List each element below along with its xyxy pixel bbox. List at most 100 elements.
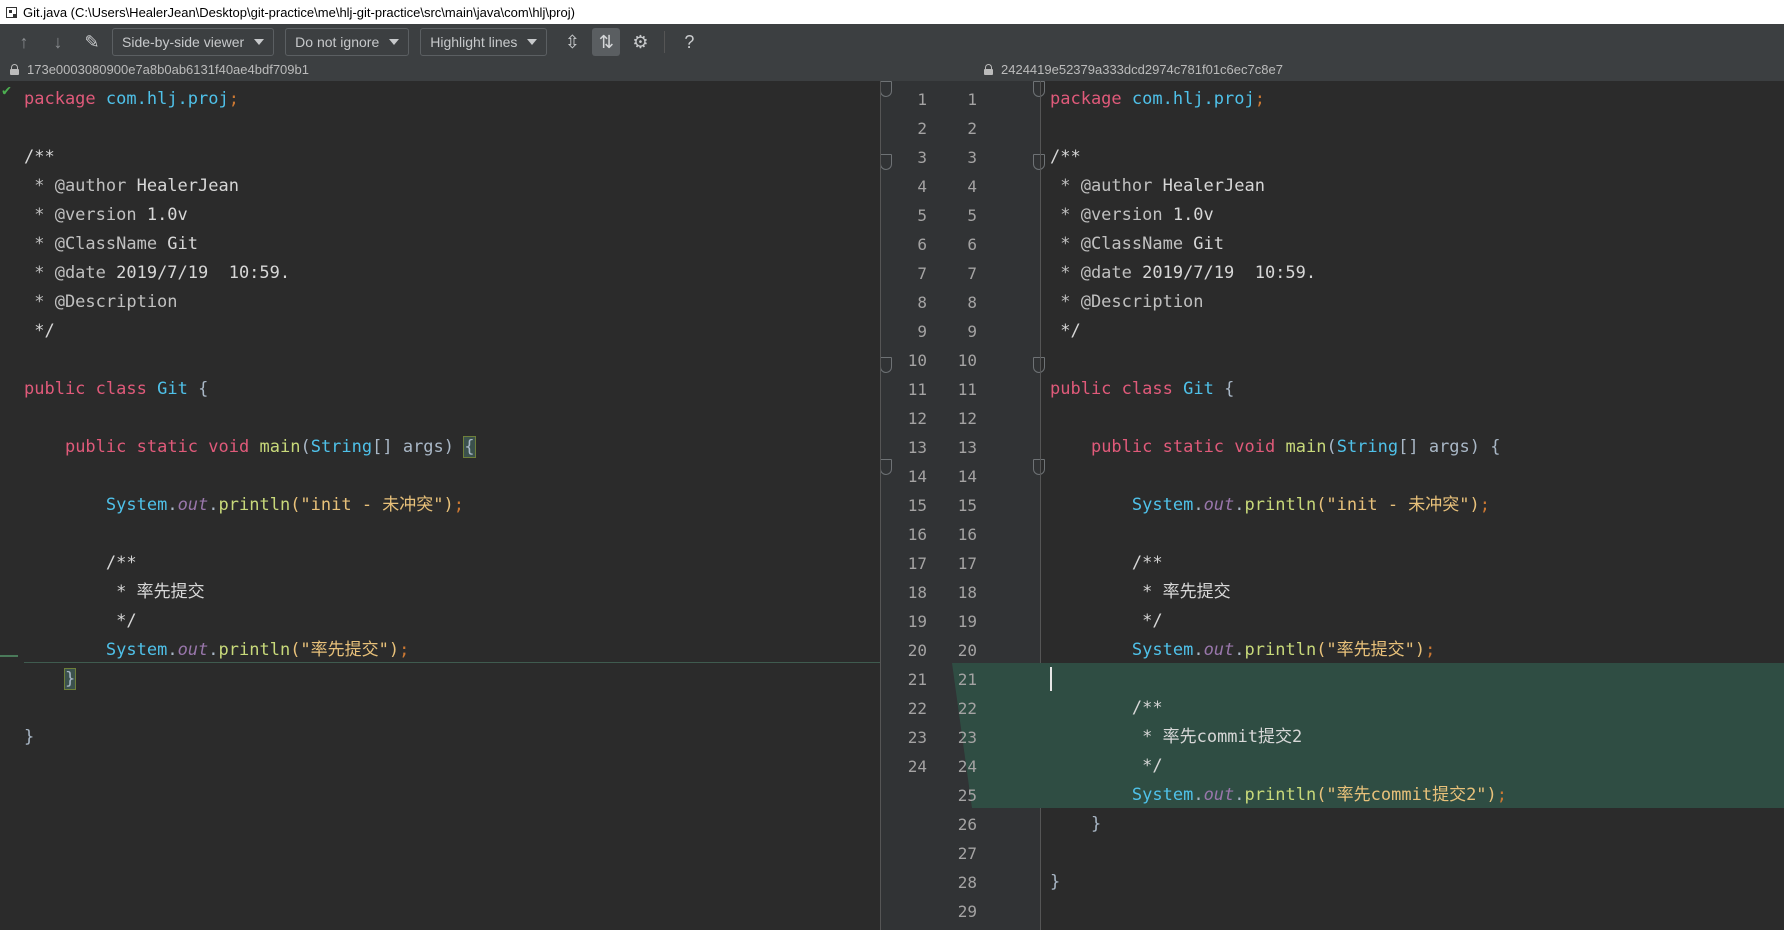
line-number: 10 [907,351,927,370]
collapse-unchanged-icon[interactable]: ⇳ [558,28,586,56]
code-line: * @version 1.0v [24,205,188,225]
code-line: } [63,668,77,690]
code-line: System.out.println("init - 未冲突"); [1131,495,1491,515]
code-line: public class Git { [24,379,209,399]
line-number: 25 [957,786,977,805]
line-number: 21 [907,670,927,689]
chevron-down-icon [254,39,265,45]
line-number: 23 [907,728,927,747]
previous-difference-icon[interactable]: ↑ [10,28,38,56]
line-number: 5 [917,206,927,225]
line-number: 7 [967,264,977,283]
ignore-whitespace-dropdown[interactable]: Do not ignore [285,28,410,56]
line-number: 15 [907,496,927,515]
next-difference-icon[interactable]: ↓ [44,28,72,56]
line-number: 19 [957,612,977,631]
change-marker [0,655,18,657]
line-number: 6 [967,235,977,254]
code-line: System.out.println("init - 未冲突"); [105,495,465,515]
viewer-mode-dropdown[interactable]: Side-by-side viewer [112,28,275,56]
line-number: 4 [917,177,927,196]
line-number: 28 [957,873,977,892]
lock-icon [10,64,19,75]
code-line: * 率先提交 [1131,582,1231,602]
line-number: 26 [957,815,977,834]
line-number: 1 [967,90,977,109]
diff-editor: ✔ package com.hlj.proj; /** * @author He… [0,81,1784,930]
code-line: * @ClassName Git [1050,234,1225,254]
text-cursor [1050,667,1052,691]
code-line: } [1050,872,1061,892]
left-pane-divider [880,81,881,930]
toolbar-separator [664,31,666,53]
code-line: } [24,727,35,747]
code-line: public static void main(String[] args) { [1090,437,1501,457]
line-number: 20 [957,641,977,660]
line-number: 10 [957,351,977,370]
code-line: /** [1131,553,1163,573]
line-number: 19 [907,612,927,631]
code-line: package com.hlj.proj; [1050,89,1265,109]
code-line: * @author HealerJean [24,176,239,196]
window-title: Git.java (C:\Users\HealerJean\Desktop\gi… [23,4,575,20]
gear-icon[interactable]: ⚙ [626,28,654,56]
line-number: 13 [957,438,977,457]
line-number: 24 [907,757,927,776]
code-line: public static void main(String[] args) { [64,436,476,458]
line-number: 16 [907,525,927,544]
line-number: 21 [957,670,977,689]
line-number: 4 [967,177,977,196]
code-line: * @version 1.0v [1050,205,1214,225]
line-number: 22 [907,699,927,718]
file-icon [6,6,17,18]
line-number: 20 [907,641,927,660]
code-line: } [1090,814,1102,834]
line-number: 5 [967,206,977,225]
code-line: * @Description [24,292,178,312]
edit-source-icon[interactable]: ✎ [78,28,106,56]
line-number: 11 [907,380,927,399]
code-line: /** [1131,698,1163,718]
code-line: System.out.println("率先提交"); [105,640,410,660]
line-number: 12 [957,409,977,428]
help-icon[interactable]: ? [675,28,703,56]
line-number: 2 [967,119,977,138]
revision-header: 173e0003080900e7a8b0ab6131f40ae4bdf709b1… [0,60,1784,81]
code-line: /** [24,147,55,167]
line-number: 11 [957,380,977,399]
line-number: 8 [967,293,977,312]
line-number: 15 [957,496,977,515]
lock-icon [984,64,993,75]
code-line: * @date 2019/7/19 10:59. [1050,263,1317,283]
code-line: */ [105,611,137,631]
code-line: System.out.println("率先提交"); [1131,640,1436,660]
line-number: 8 [917,293,927,312]
synchronize-scrolling-icon[interactable]: ⇅ [592,28,621,56]
right-editor-pane[interactable]: package com.hlj.proj; /** * @author Heal… [1040,81,1784,930]
code-line: * @date 2019/7/19 10:59. [24,263,291,283]
line-number: 6 [917,235,927,254]
line-number: 9 [967,322,977,341]
code-line: * 率先commit提交2 [1131,727,1303,747]
code-line: /** [1050,147,1081,167]
line-number: 12 [907,409,927,428]
line-number: 27 [957,844,977,863]
code-line: public class Git { [1050,379,1235,399]
line-number: 16 [957,525,977,544]
window-titlebar: Git.java (C:\Users\HealerJean\Desktop\gi… [0,0,1784,24]
code-line: /** [105,553,137,573]
left-editor-pane[interactable]: ✔ package com.hlj.proj; /** * @author He… [0,81,880,930]
code-line: * 率先提交 [105,582,205,602]
line-number: 29 [957,902,977,921]
line-number: 24 [957,757,977,776]
check-icon: ✔ [2,81,12,99]
code-line: * @ClassName Git [24,234,199,254]
code-line: */ [1131,611,1163,631]
line-number: 17 [957,554,977,573]
line-number: 9 [917,322,927,341]
code-line: */ [1131,756,1163,776]
line-number: 14 [957,467,977,486]
chevron-down-icon [389,39,400,45]
highlight-mode-dropdown[interactable]: Highlight lines [420,28,548,56]
code-line: System.out.println("率先commit提交2"); [1131,785,1508,805]
